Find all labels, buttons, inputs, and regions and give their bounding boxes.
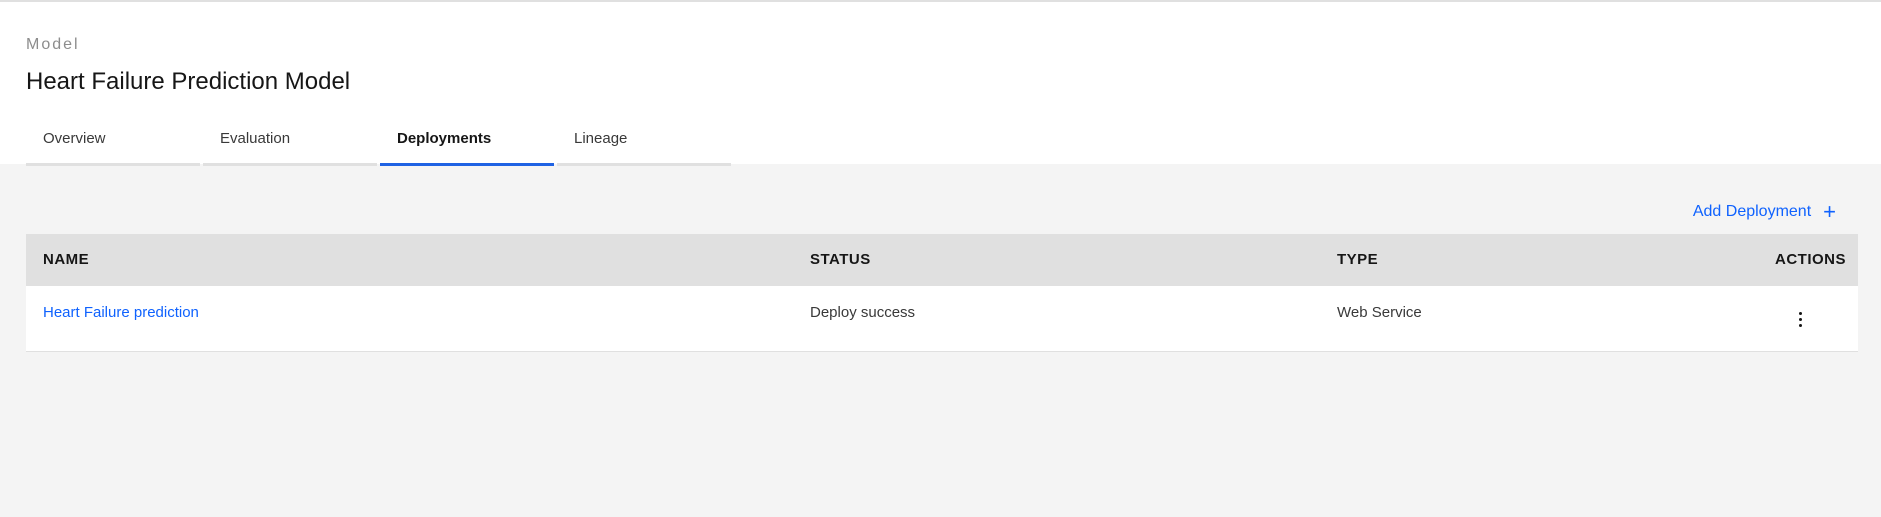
page-eyebrow: Model [26, 36, 80, 53]
page-title: Heart Failure Prediction Model [26, 68, 351, 95]
deployment-type: Web Service [1337, 304, 1422, 321]
plus-icon: + [1823, 199, 1836, 224]
tab-lineage[interactable]: Lineage [557, 120, 731, 166]
deployment-status: Deploy success [810, 304, 916, 321]
page: Model Heart Failure Prediction Model Ove… [0, 0, 1881, 517]
column-header-name: NAME [43, 251, 90, 268]
tab-overview[interactable]: Overview [26, 120, 200, 166]
tab-deployments[interactable]: Deployments [380, 120, 554, 166]
tab-evaluation[interactable]: Evaluation [203, 120, 377, 166]
deployment-name-link[interactable]: Heart Failure prediction [43, 304, 199, 321]
column-header-actions: ACTIONS [1775, 251, 1846, 268]
tab-bar: Overview Evaluation Deployments Lineage [26, 120, 734, 166]
overflow-menu-icon[interactable] [1794, 308, 1806, 330]
column-header-status: STATUS [810, 251, 871, 268]
page-header: Model Heart Failure Prediction Model Ove… [0, 2, 1881, 166]
deployments-table: NAME STATUS TYPE ACTIONS Heart Failure p… [26, 234, 1858, 352]
table-row: Heart Failure prediction Deploy success … [26, 286, 1858, 352]
add-deployment-label: Add Deployment [1692, 203, 1812, 220]
add-deployment-button[interactable]: Add Deployment + [1692, 199, 1836, 224]
column-header-type: TYPE [1337, 251, 1379, 268]
table-header: NAME STATUS TYPE ACTIONS [26, 234, 1858, 286]
